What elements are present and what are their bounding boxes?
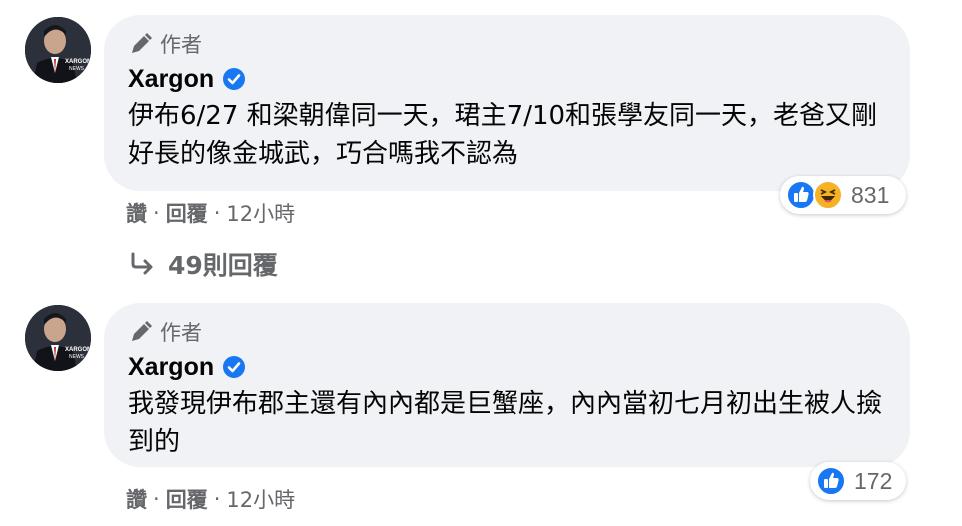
separator: · — [153, 201, 160, 225]
like-icon — [786, 180, 816, 210]
author-badge: 作者 — [128, 317, 886, 347]
author-name[interactable]: Xargon — [128, 65, 214, 94]
verified-badge-icon — [222, 67, 246, 91]
author-badge: 作者 — [128, 29, 886, 59]
reply-button[interactable]: 回覆 — [166, 198, 208, 228]
reaction-count: 172 — [854, 467, 893, 494]
author-name-row: Xargon — [128, 61, 886, 97]
comment-actions: 讚 · 回覆 · 12小時 — [126, 484, 295, 514]
author-badge-label: 作者 — [160, 321, 202, 345]
svg-text:XARGON: XARGON — [65, 347, 91, 353]
pencil-icon — [128, 319, 154, 345]
avatar-logo-text: XARGON — [65, 59, 91, 65]
author-name[interactable]: Xargon — [128, 353, 214, 382]
reaction-summary[interactable]: 831 — [780, 176, 906, 214]
author-name-row: Xargon — [128, 349, 886, 385]
avatar[interactable]: XARGON NEWS — [25, 305, 91, 371]
like-button[interactable]: 讚 — [126, 484, 147, 514]
comment-bubble: 作者 Xargon 我發現伊布郡主還有內內都是巨蟹座，內內當初七月初出生被人撿到… — [104, 303, 910, 467]
like-icon — [816, 466, 846, 496]
comment-bubble: 作者 Xargon 伊布6/27 和梁朝偉同一天，珺主7/10和張學友同一天，老… — [104, 15, 910, 191]
svg-text:NEWS: NEWS — [69, 354, 85, 360]
svg-text:NEWS: NEWS — [69, 66, 85, 72]
reaction-summary[interactable]: 172 — [810, 462, 906, 500]
reaction-count: 831 — [851, 181, 890, 208]
comment-actions: 讚 · 回覆 · 12小時 — [126, 198, 295, 228]
comment-timestamp[interactable]: 12小時 — [226, 198, 295, 228]
verified-badge-icon — [222, 355, 246, 379]
separator: · — [153, 487, 160, 511]
separator: · — [213, 201, 221, 225]
haha-icon — [813, 180, 843, 210]
comment-timestamp[interactable]: 12小時 — [226, 484, 295, 514]
reply-button[interactable]: 回覆 — [166, 484, 208, 514]
author-badge-label: 作者 — [160, 33, 202, 57]
view-replies-link[interactable]: 49則回覆 — [128, 246, 278, 282]
reply-arrow-icon — [128, 250, 156, 278]
comment-text: 伊布6/27 和梁朝偉同一天，珺主7/10和張學友同一天，老爸又剛好長的像金城武… — [128, 101, 878, 169]
like-button[interactable]: 讚 — [126, 198, 147, 228]
avatar[interactable]: XARGON NEWS — [25, 17, 91, 83]
view-replies-label: 49則回覆 — [168, 251, 278, 280]
separator: · — [213, 487, 221, 511]
comment-text: 我發現伊布郡主還有內內都是巨蟹座，內內當初七月初出生被人撿到的 — [128, 389, 883, 457]
pencil-icon — [128, 31, 154, 57]
